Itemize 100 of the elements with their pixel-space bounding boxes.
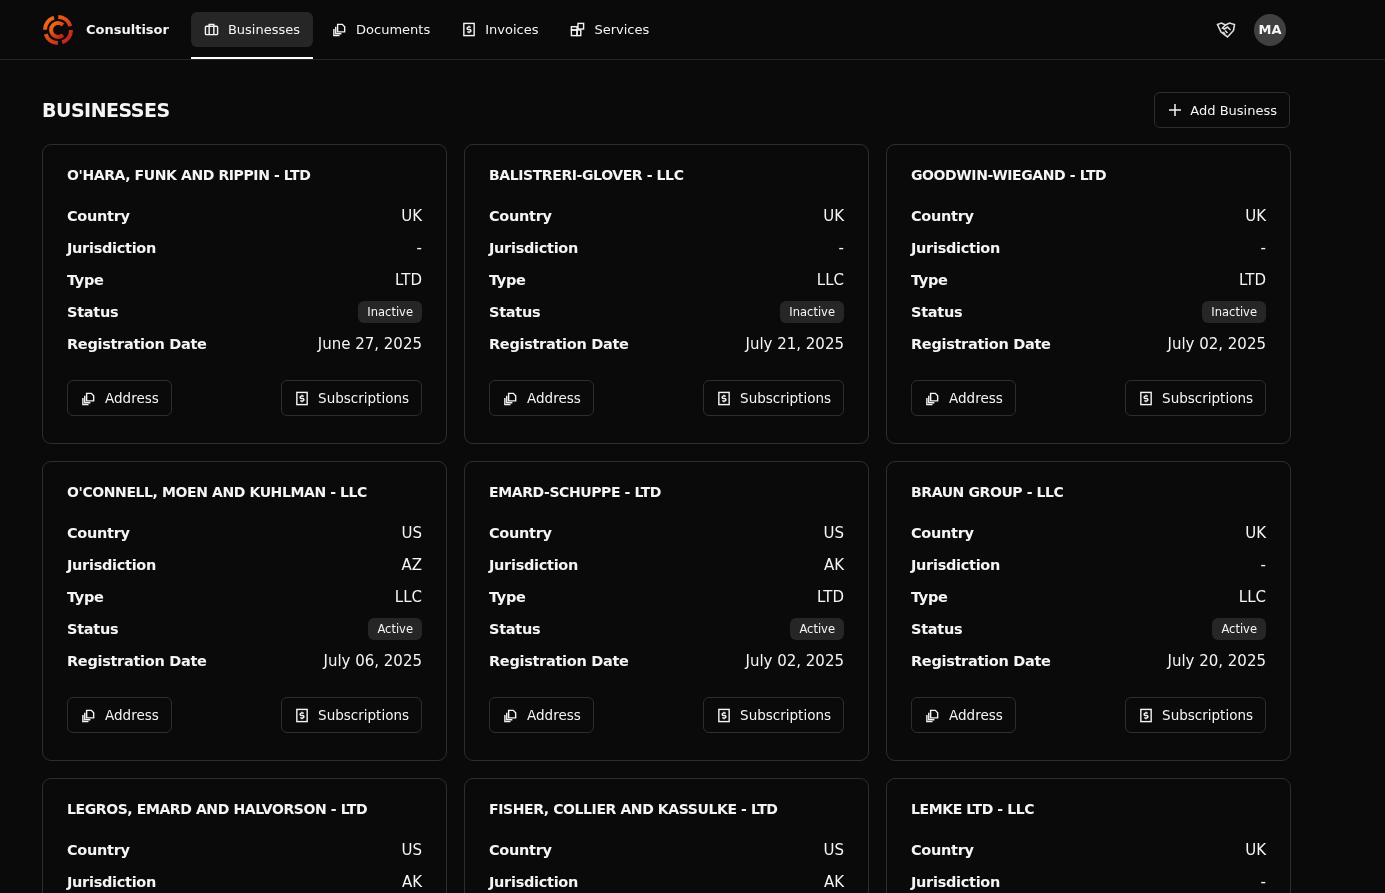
field-value: UK	[1245, 841, 1266, 859]
business-name: O'CONNELL, MOEN AND KUHLMAN - LLC	[67, 484, 368, 500]
field-label: Country	[911, 842, 974, 858]
field-value: UK	[823, 207, 844, 225]
field-value: July 02, 2025	[745, 652, 844, 670]
field-value: AK	[823, 556, 844, 574]
business-name: BALISTRERI-GLOVER - LLC	[489, 167, 685, 183]
invoice-icon	[1139, 390, 1154, 406]
address-button[interactable]: Address	[911, 380, 1016, 416]
business-name: FISHER, COLLIER AND KASSULKE - LTD	[489, 801, 779, 817]
field-value: -	[416, 239, 422, 257]
field-value: -	[838, 239, 844, 257]
subscriptions-button[interactable]: Subscriptions	[703, 380, 844, 416]
field-value: June 27, 2025	[317, 335, 422, 353]
field-label: Type	[489, 589, 526, 605]
plus-icon	[1169, 104, 1182, 116]
address-button[interactable]: Address	[489, 697, 594, 733]
invoice-icon	[1139, 707, 1154, 723]
user-avatar[interactable]: MA	[1254, 13, 1286, 46]
field-label: Country	[67, 842, 130, 858]
field-value: UK	[1245, 207, 1266, 225]
field-label: Status	[911, 304, 963, 320]
field-label: Status	[67, 304, 119, 320]
address-button[interactable]: Address	[67, 697, 172, 733]
field-label: Country	[489, 208, 552, 224]
field-label: Status	[67, 621, 119, 637]
field-value: US	[823, 841, 844, 859]
copy-icon	[81, 707, 96, 723]
business-name: LEGROS, EMARD AND HALVORSON - LTD	[67, 801, 369, 817]
field-label: Registration Date	[489, 653, 629, 669]
briefcase-icon	[203, 22, 219, 37]
field-value: -	[1260, 239, 1266, 257]
field-value: UK	[1245, 524, 1266, 542]
copy-icon	[925, 390, 940, 406]
field-label: Country	[911, 208, 974, 224]
copy-icon	[503, 707, 518, 723]
field-value: July 02, 2025	[1167, 335, 1266, 353]
field-label: Type	[489, 272, 526, 288]
field-value: LTD	[817, 588, 844, 606]
field-value: AZ	[401, 556, 422, 574]
field-value: LTD	[1239, 271, 1266, 289]
business-name: GOODWIN-WIEGAND - LTD	[911, 167, 1108, 183]
field-label: Registration Date	[67, 653, 207, 669]
field-label: Registration Date	[911, 336, 1051, 352]
subscriptions-button[interactable]: Subscriptions	[703, 697, 844, 733]
field-label: Jurisdiction	[911, 240, 1000, 256]
field-label: Jurisdiction	[489, 240, 578, 256]
copy-icon	[925, 707, 940, 723]
field-label: Type	[67, 272, 104, 288]
nav-tab[interactable]: Services	[557, 12, 663, 47]
status-badge: Inactive	[358, 301, 422, 323]
field-value: US	[823, 524, 844, 542]
field-value: -	[1260, 873, 1266, 891]
field-label: Status	[489, 621, 541, 637]
invoice-icon	[462, 22, 477, 37]
blocks-icon	[570, 22, 586, 37]
field-value: LTD	[395, 271, 422, 289]
copy-icon	[332, 22, 348, 37]
add-business-button[interactable]: Add Business	[1154, 92, 1290, 128]
invoice-icon	[295, 707, 310, 723]
field-label: Jurisdiction	[489, 557, 578, 573]
field-value: UK	[401, 207, 422, 225]
field-label: Country	[489, 842, 552, 858]
subscriptions-button[interactable]: Subscriptions	[281, 697, 422, 733]
business-name: EMARD-SCHUPPE - LTD	[489, 484, 663, 500]
field-label: Registration Date	[489, 336, 629, 352]
field-label: Country	[489, 525, 552, 541]
field-value: LLC	[394, 588, 422, 606]
business-name: BRAUN GROUP - LLC	[911, 484, 1065, 500]
business-name: LEMKE LTD - LLC	[911, 801, 1036, 817]
field-value: July 20, 2025	[1167, 652, 1266, 670]
invoice-icon	[295, 390, 310, 406]
address-button[interactable]: Address	[911, 697, 1016, 733]
subscriptions-button[interactable]: Subscriptions	[281, 380, 422, 416]
field-label: Jurisdiction	[67, 874, 156, 890]
handshake-icon[interactable]	[1216, 20, 1236, 39]
field-value: -	[1260, 556, 1266, 574]
logo-icon	[42, 13, 74, 46]
field-value: LLC	[1238, 588, 1266, 606]
subscriptions-button[interactable]: Subscriptions	[1125, 380, 1266, 416]
copy-icon	[503, 390, 518, 406]
status-badge: Inactive	[1202, 301, 1266, 323]
nav-tab[interactable]: Documents	[319, 12, 444, 47]
business-name: O'HARA, FUNK AND RIPPIN - LTD	[67, 167, 312, 183]
field-label: Country	[67, 208, 130, 224]
field-value: US	[401, 841, 422, 859]
field-label: Country	[911, 525, 974, 541]
field-label: Country	[67, 525, 130, 541]
field-label: Registration Date	[67, 336, 207, 352]
status-badge: Inactive	[780, 301, 844, 323]
address-button[interactable]: Address	[67, 380, 172, 416]
address-button[interactable]: Address	[489, 380, 594, 416]
subscriptions-button[interactable]: Subscriptions	[1125, 697, 1266, 733]
field-label: Registration Date	[911, 653, 1051, 669]
nav-tab[interactable]: Invoices	[449, 12, 552, 47]
field-value: July 21, 2025	[745, 335, 844, 353]
field-label: Jurisdiction	[489, 874, 578, 890]
status-badge: Active	[1212, 618, 1266, 640]
field-label: Status	[911, 621, 963, 637]
field-value: LLC	[816, 271, 844, 289]
